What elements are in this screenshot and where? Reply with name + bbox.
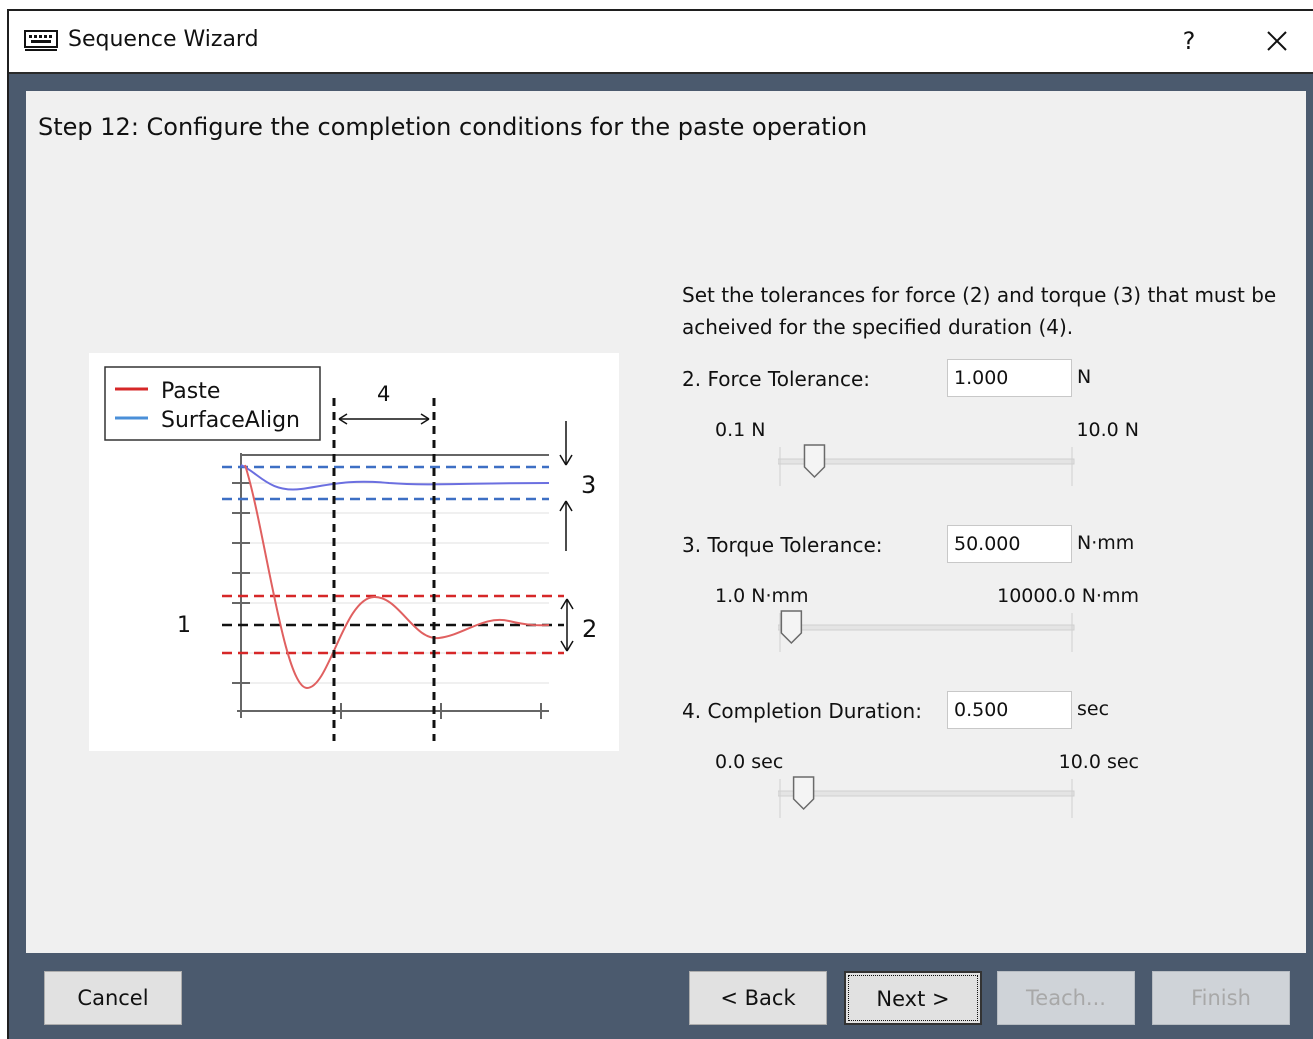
surfacealign-curve: [240, 464, 550, 491]
torque-min-label: 1.0 N·mm: [715, 585, 809, 607]
force-unit: N: [1077, 366, 1092, 388]
duration-min-label: 0.0 sec: [715, 751, 784, 773]
annotation-4: 4: [377, 382, 390, 406]
completion-duration-input[interactable]: [947, 691, 1072, 729]
close-icon[interactable]: [1259, 23, 1295, 59]
annotation-2: 2: [582, 615, 597, 643]
completion-duration-slider[interactable]: [777, 773, 1078, 823]
cancel-button[interactable]: Cancel: [44, 971, 182, 1025]
next-button[interactable]: Next >: [844, 971, 982, 1025]
force-min-label: 0.1 N: [715, 419, 766, 441]
legend-surfacealign-label: SurfaceAlign: [161, 408, 300, 433]
force-tolerance-label: 2. Force Tolerance:: [682, 367, 871, 391]
torque-tolerance-label: 3. Torque Tolerance:: [682, 533, 883, 557]
step-title: Step 12: Configure the completion condit…: [38, 113, 868, 141]
torque-tolerance-slider[interactable]: [777, 607, 1078, 657]
annotation-3: 3: [581, 471, 596, 499]
force-max-label: 10.0 N: [1076, 419, 1139, 441]
teach-button[interactable]: Teach...: [997, 971, 1135, 1025]
finish-button[interactable]: Finish: [1152, 971, 1290, 1025]
help-button[interactable]: ?: [1171, 23, 1207, 59]
duration-slider-thumb: [792, 776, 815, 811]
completion-diagram: Paste SurfaceAlign 4 3 2 1: [89, 353, 619, 751]
torque-slider-thumb: [780, 610, 803, 645]
legend-paste-label: Paste: [161, 379, 220, 404]
instructions-text: Set the tolerances for force (2) and tor…: [682, 283, 1277, 339]
keyboard-icon: [24, 30, 58, 51]
title-bar: Sequence Wizard ?: [9, 11, 1313, 74]
completion-duration-label: 4. Completion Duration:: [682, 699, 922, 723]
duration-max-label: 10.0 sec: [1058, 751, 1139, 773]
force-tolerance-input[interactable]: [947, 359, 1072, 397]
window-title: Sequence Wizard: [68, 27, 259, 52]
force-tolerance-slider[interactable]: [777, 441, 1078, 491]
sequence-wizard-window: Sequence Wizard ? Step 12: Configure the…: [7, 9, 1313, 1039]
torque-max-label: 10000.0 N·mm: [997, 585, 1139, 607]
wizard-content-panel: Step 12: Configure the completion condit…: [26, 91, 1306, 953]
annotation-1: 1: [177, 613, 191, 638]
torque-tolerance-input[interactable]: [947, 525, 1072, 563]
torque-unit: N·mm: [1077, 532, 1135, 554]
duration-unit: sec: [1077, 698, 1110, 720]
diagram-figure: Paste SurfaceAlign 4 3 2 1: [104, 366, 597, 741]
back-button[interactable]: < Back: [689, 971, 827, 1025]
force-slider-thumb: [803, 444, 826, 479]
